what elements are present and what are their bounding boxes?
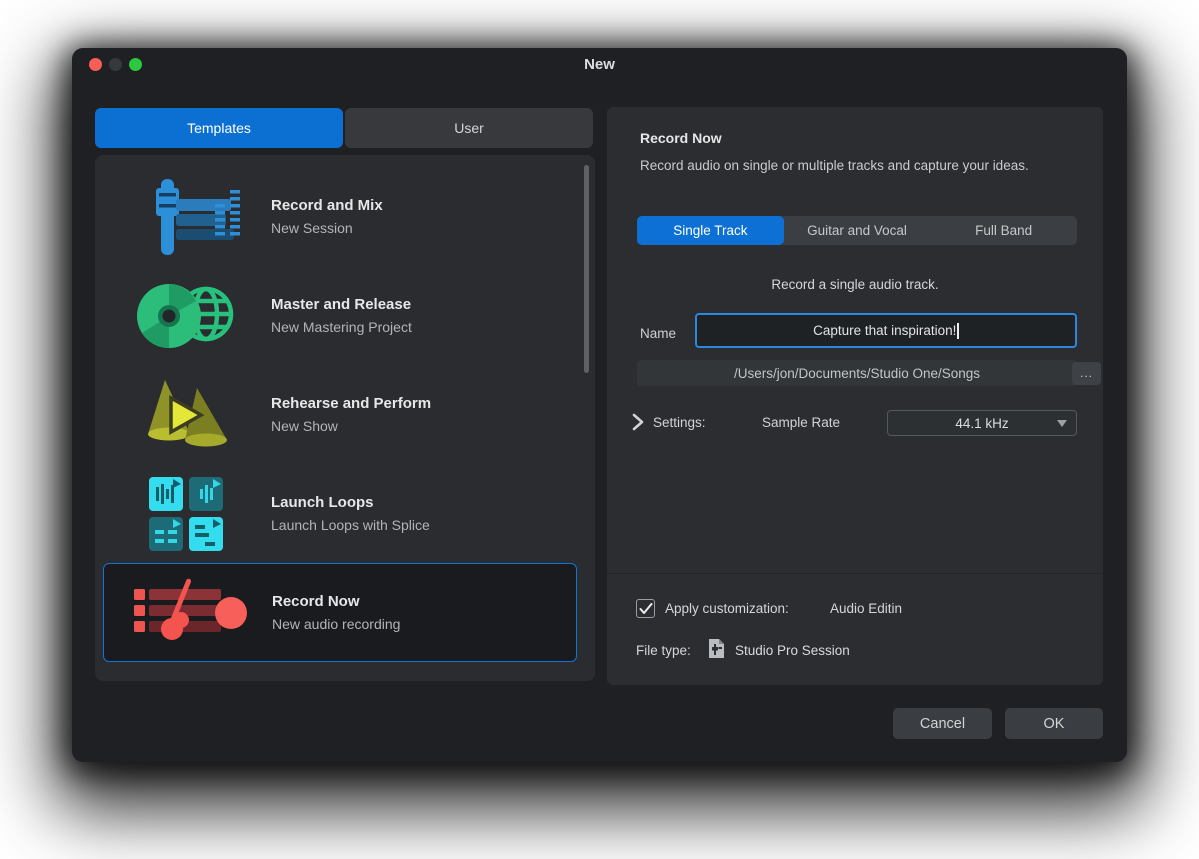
item-title: Rehearse and Perform [271,395,577,412]
sample-rate-dropdown[interactable]: 44.1 kHz [887,410,1077,436]
screen: New Templates User [0,0,1199,859]
apply-customization-label: Apply customization: [665,601,789,616]
tab-templates[interactable]: Templates [95,108,343,148]
cancel-button[interactable]: Cancel [893,708,992,739]
record-and-mix-icon [103,176,271,258]
list-item-launch-loops[interactable]: Launch Loops Launch Loops with Splice [103,464,577,563]
item-subtitle: Launch Loops with Splice [271,517,577,533]
ok-button[interactable]: OK [1005,708,1103,739]
item-subtitle: New audio recording [272,616,576,632]
master-and-release-icon [103,276,271,356]
list-item-record-and-mix[interactable]: Record and Mix New Session [103,167,577,266]
browse-button[interactable]: ... [1072,362,1101,385]
chevron-right-icon[interactable] [631,413,647,431]
name-label: Name [640,326,676,341]
settings-row: Settings: Sample Rate 44.1 kHz [607,410,1103,436]
template-list: Record and Mix New Session [95,155,595,681]
list-item-master-and-release[interactable]: Master and Release New Mastering Project [103,266,577,365]
detail-description: Record audio on single or multiple track… [640,158,1080,174]
apply-customization-checkbox[interactable] [636,599,655,618]
item-title: Record Now [272,593,576,610]
document-icon [708,638,725,664]
rehearse-and-perform-icon [103,376,271,454]
settings-label: Settings: [653,415,706,430]
list-item-rehearse-and-perform[interactable]: Rehearse and Perform New Show [103,365,577,464]
item-title: Record and Mix [271,197,577,214]
sample-rate-value: 44.1 kHz [955,416,1008,431]
panel-divider [607,573,1103,574]
record-now-icon [104,577,272,649]
window-title: New [72,56,1127,73]
file-type-value: Studio Pro Session [735,643,850,658]
variant-tab-bar: Single Track Guitar and Vocal Full Band [637,216,1077,245]
item-subtitle: New Mastering Project [271,319,577,335]
titlebar: New [72,48,1127,82]
detail-title: Record Now [640,130,722,146]
variant-tab-single-track[interactable]: Single Track [637,216,784,245]
dropdown-arrow-icon [1057,420,1067,427]
variant-tab-full-band[interactable]: Full Band [930,216,1077,245]
item-title: Launch Loops [271,494,577,511]
save-path-field[interactable]: /Users/jon/Documents/Studio One/Songs [637,360,1077,386]
sample-rate-label: Sample Rate [762,415,840,430]
apply-customization-value: Audio Editin [830,601,908,616]
new-dialog-window: New Templates User [72,48,1127,762]
item-title: Master and Release [271,296,577,313]
item-subtitle: New Show [271,418,577,434]
name-value: Capture that inspiration! [813,323,956,338]
text-caret [957,323,959,339]
tab-user[interactable]: User [345,108,593,148]
scrollbar-thumb[interactable] [584,165,589,373]
list-item-record-now[interactable]: Record Now New audio recording [103,563,577,662]
variant-tab-guitar-and-vocal[interactable]: Guitar and Vocal [784,216,931,245]
file-type-label: File type: [636,643,691,658]
name-input[interactable]: Capture that inspiration! [695,313,1077,348]
variant-hint: Record a single audio track. [607,277,1103,292]
launch-loops-icon [103,475,271,553]
save-path-value: /Users/jon/Documents/Studio One/Songs [734,366,980,381]
item-subtitle: New Session [271,220,577,236]
detail-panel: Record Now Record audio on single or mul… [607,107,1103,685]
